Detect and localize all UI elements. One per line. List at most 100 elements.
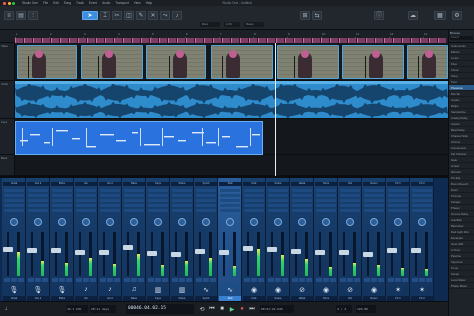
menu-transport[interactable]: Transport [115, 1, 129, 5]
rewind-icon[interactable]: ⏮ [208, 305, 216, 313]
fader-handle[interactable] [3, 247, 13, 252]
mute-button[interactable] [172, 278, 178, 282]
fader-track[interactable] [411, 232, 421, 276]
solo-button[interactable] [227, 278, 233, 282]
insert-slot[interactable] [172, 209, 192, 212]
insert-slot[interactable] [244, 204, 264, 207]
record-arm-button[interactable] [66, 278, 72, 282]
insert-slot[interactable] [100, 189, 120, 192]
pan-knob[interactable] [106, 218, 114, 226]
insert-slot[interactable] [76, 204, 96, 207]
insert-slot[interactable] [220, 204, 240, 207]
insert-slot[interactable] [292, 199, 312, 202]
fader-track[interactable] [51, 232, 61, 276]
quantize-select[interactable]: 1/16 [224, 22, 240, 27]
insert-slot[interactable] [316, 204, 336, 207]
insert-slot[interactable] [4, 189, 24, 192]
record-arm-button[interactable] [258, 278, 264, 282]
menu-help[interactable]: Help [146, 1, 153, 5]
insert-slot[interactable] [388, 204, 408, 207]
insert-slot[interactable] [244, 209, 264, 212]
solo-button[interactable] [275, 278, 281, 282]
menu-audio[interactable]: Audio [102, 1, 110, 5]
pan-knob[interactable] [418, 218, 426, 226]
insert-slot[interactable] [148, 199, 168, 202]
fader-track[interactable] [147, 232, 157, 276]
insert-slot[interactable] [4, 209, 24, 212]
fader-track[interactable] [3, 232, 13, 276]
audio-track-lane[interactable] [15, 81, 448, 119]
channel-strip[interactable]: BVox 🎙 BVox [50, 178, 74, 303]
mute-button[interactable] [268, 278, 274, 282]
fader-handle[interactable] [339, 250, 349, 255]
time-position-display[interactable]: 00046.04.02.15 [126, 304, 194, 314]
mute-button[interactable] [100, 278, 106, 282]
listen-tool-icon[interactable]: ♪ [172, 11, 182, 20]
fader-track[interactable] [195, 232, 205, 276]
insert-slot[interactable] [196, 199, 216, 202]
fader-handle[interactable] [363, 252, 373, 257]
mute-button[interactable] [4, 278, 10, 282]
insert-slot[interactable] [220, 189, 240, 192]
fader-handle[interactable] [195, 249, 205, 254]
solo-button[interactable] [203, 278, 209, 282]
channel-strip[interactable]: OH ⊘ OH [338, 178, 362, 303]
record-arm-button[interactable] [162, 278, 168, 282]
fader-handle[interactable] [171, 252, 181, 257]
pan-knob[interactable] [250, 218, 258, 226]
mute-button[interactable] [316, 278, 322, 282]
insert-slot[interactable] [76, 189, 96, 192]
insert-slot[interactable] [196, 189, 216, 192]
insert-slot[interactable] [412, 204, 432, 207]
range-tool-icon[interactable]: ⌶ [100, 11, 110, 20]
insert-slot[interactable] [52, 199, 72, 202]
insert-slot[interactable] [268, 199, 288, 202]
instrument-track-lane[interactable] [15, 119, 448, 155]
channel-strip[interactable]: Synth ∿ Synth [194, 178, 218, 303]
record-arm-button[interactable] [114, 278, 120, 282]
video-thumbnail[interactable] [407, 45, 448, 79]
video-thumbnail[interactable] [277, 45, 339, 79]
insert-slot[interactable] [28, 199, 48, 202]
insert-slot[interactable] [196, 204, 216, 207]
mute-button[interactable] [52, 278, 58, 282]
mute-button[interactable] [196, 278, 202, 282]
menu-event[interactable]: Event [89, 1, 97, 5]
mute-button[interactable] [124, 278, 130, 282]
menu-app[interactable]: Studio One [22, 1, 38, 5]
insert-slot[interactable] [100, 194, 120, 197]
fader-handle[interactable] [123, 245, 133, 250]
insert-slot[interactable] [292, 189, 312, 192]
edit-view-icon[interactable]: ▤ [16, 11, 26, 20]
channel-strip[interactable]: Vox 2 🎙 Vox 2 [26, 178, 50, 303]
fader-handle[interactable] [219, 250, 229, 255]
record-arm-button[interactable] [18, 278, 24, 282]
arrange-view-icon[interactable]: ≡ [4, 11, 14, 20]
pan-knob[interactable] [370, 218, 378, 226]
insert-slot[interactable] [364, 204, 384, 207]
solo-button[interactable] [251, 278, 257, 282]
insert-slot[interactable] [292, 209, 312, 212]
insert-slot[interactable] [364, 194, 384, 197]
insert-slot[interactable] [28, 189, 48, 192]
video-thumbnail[interactable] [146, 45, 206, 79]
insert-slot[interactable] [340, 209, 360, 212]
mute-button[interactable] [220, 278, 226, 282]
video-thumbnail[interactable] [17, 45, 77, 79]
record-arm-button[interactable] [138, 278, 144, 282]
insert-slot[interactable] [76, 194, 96, 197]
fader-handle[interactable] [411, 248, 421, 253]
insert-slot[interactable] [52, 189, 72, 192]
browser-search-input[interactable]: Search [450, 36, 473, 40]
fader-track[interactable] [315, 232, 325, 276]
record-arm-button[interactable] [354, 278, 360, 282]
fader-track[interactable] [267, 232, 277, 276]
grid-mode-select[interactable]: Bars [200, 22, 220, 27]
insert-slot[interactable] [364, 199, 384, 202]
paint-tool-icon[interactable]: ✎ [136, 11, 146, 20]
insert-slot[interactable] [4, 204, 24, 207]
record-arm-button[interactable] [282, 278, 288, 282]
insert-slot[interactable] [220, 199, 240, 202]
insert-slot[interactable] [76, 209, 96, 212]
insert-slot[interactable] [124, 209, 144, 212]
